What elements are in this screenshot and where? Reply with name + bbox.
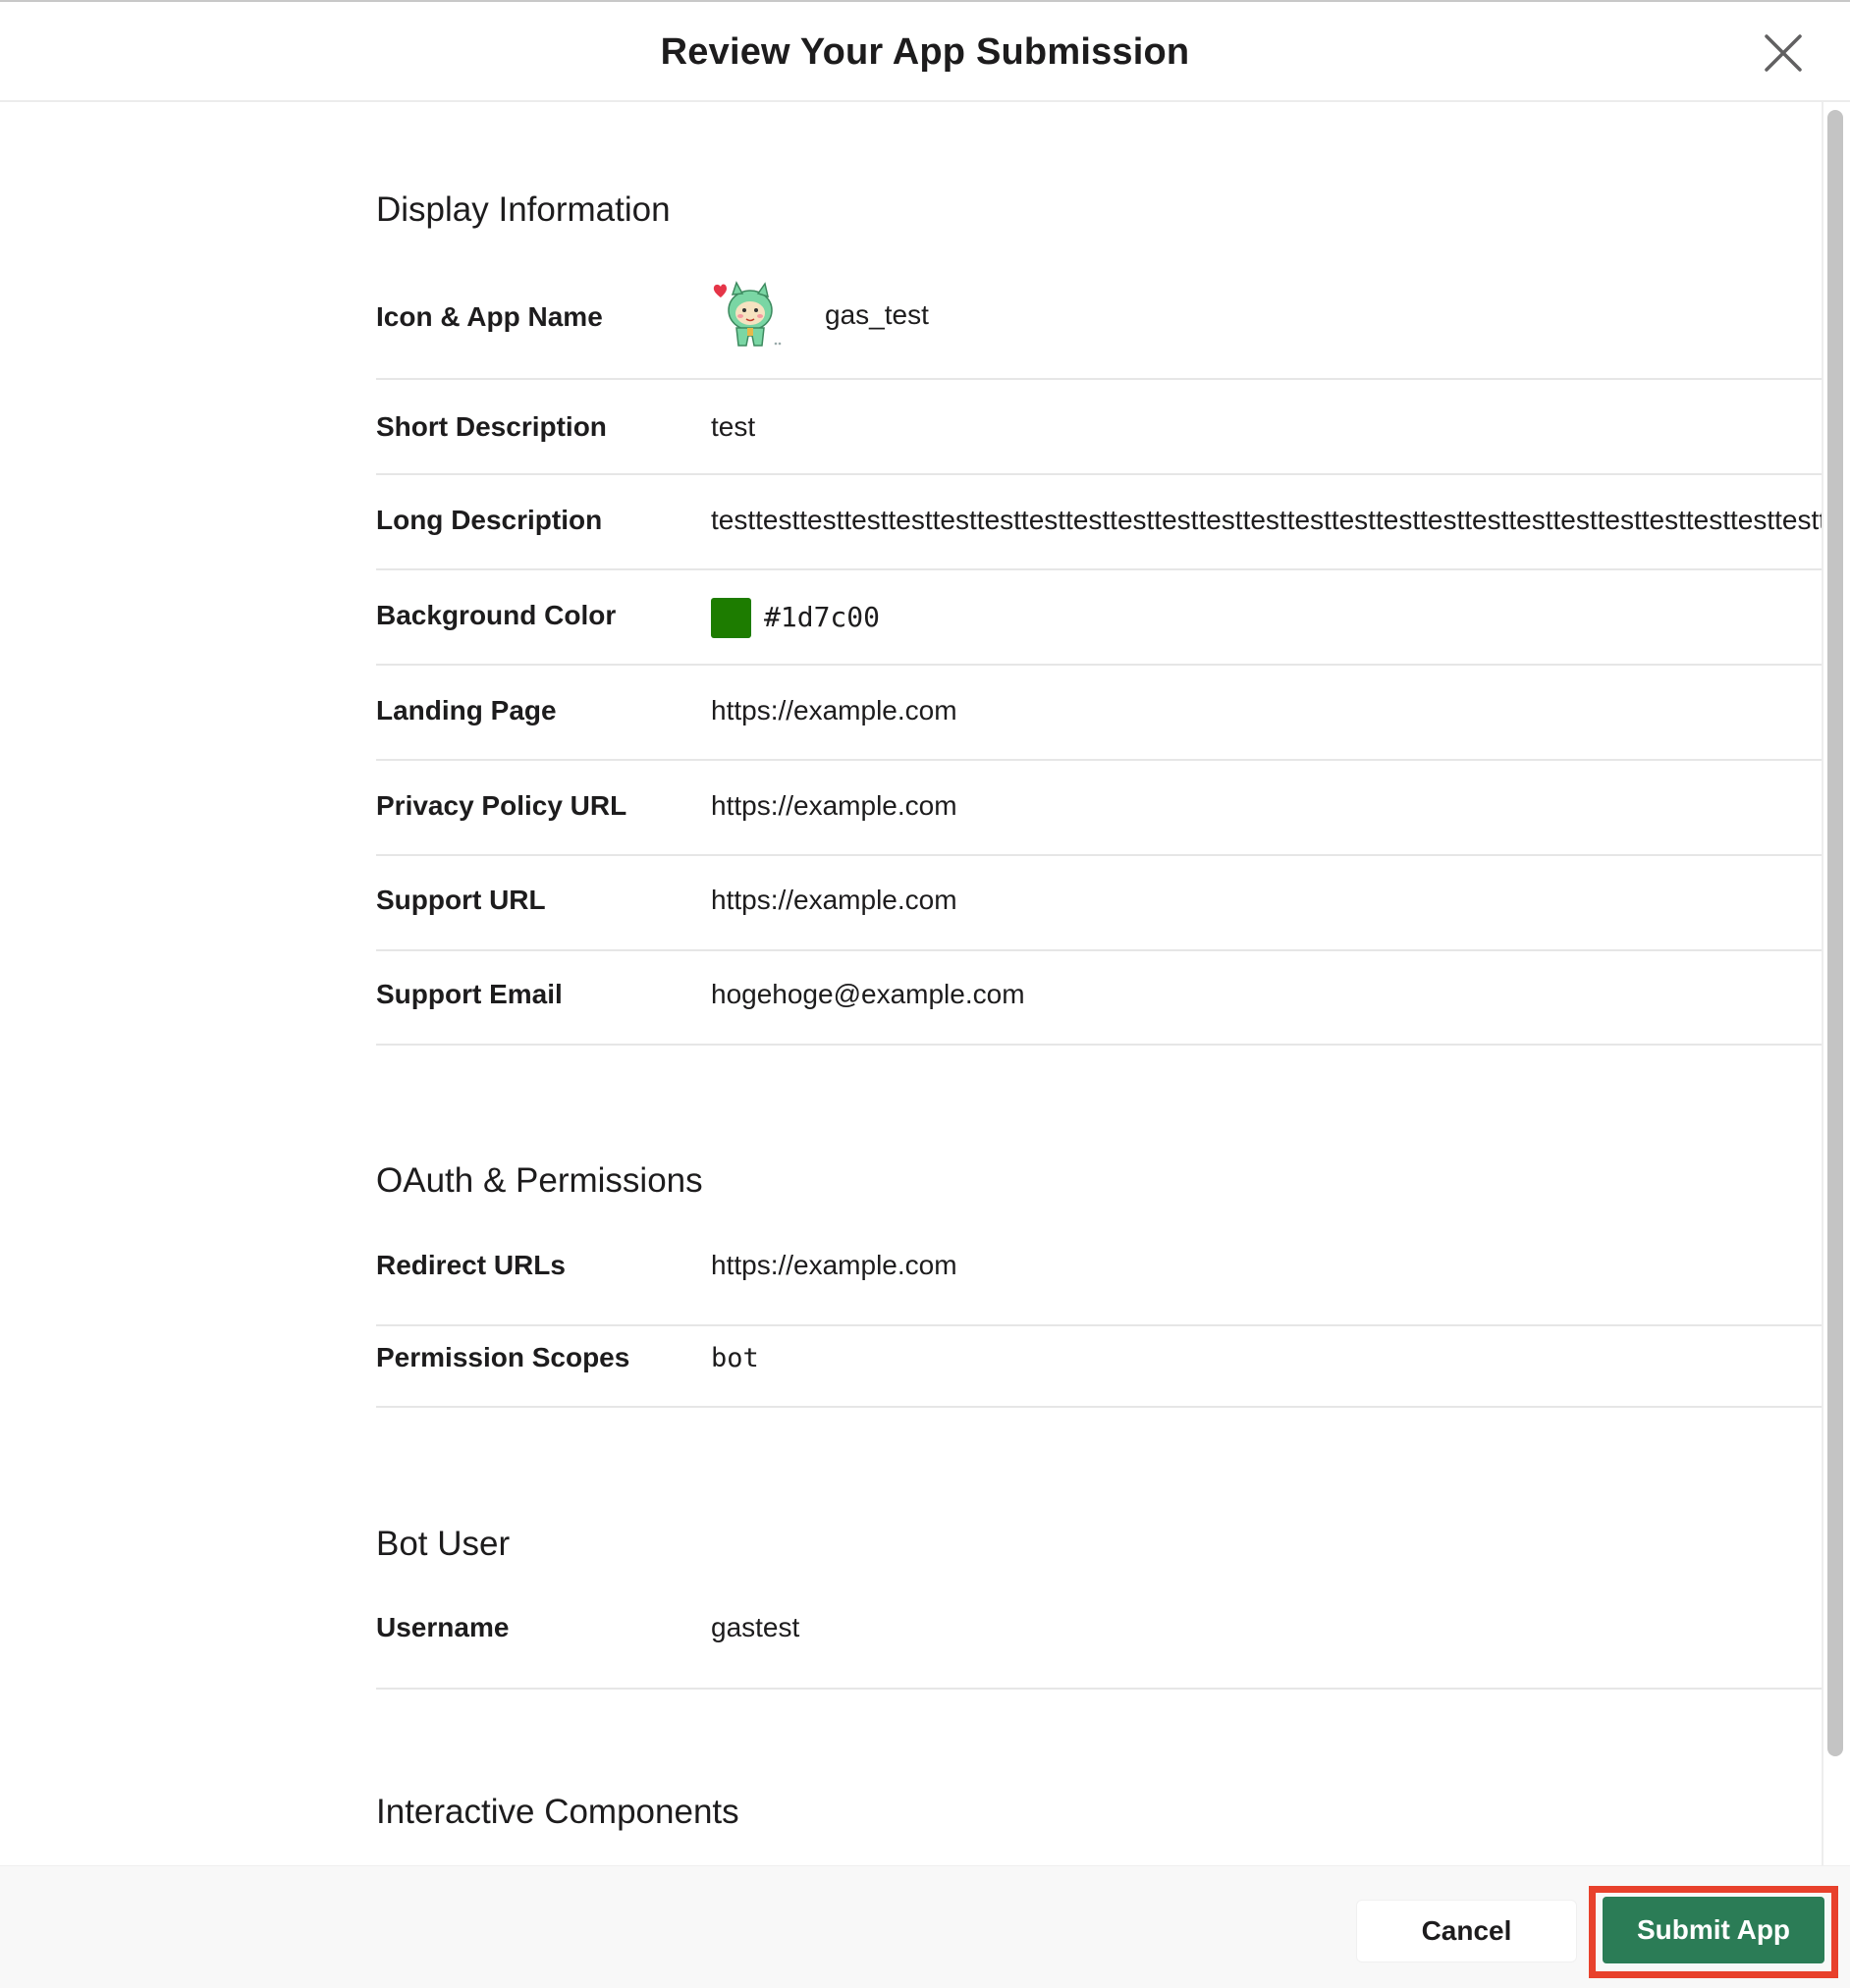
close-icon[interactable]: [1762, 31, 1805, 75]
app-name: gas_test: [825, 299, 929, 330]
row-label: Privacy Policy URL: [376, 790, 627, 821]
section-heading-bot-user: Bot User: [376, 1525, 511, 1563]
row-label: Permission Scopes: [376, 1342, 630, 1372]
row-landing-page: Landing Page https://example.com: [376, 666, 1822, 761]
long-description-value: testtesttesttesttesttesttesttesttesttest…: [711, 505, 1822, 535]
username-value: gastest: [711, 1612, 800, 1642]
app-icon: [711, 281, 786, 355]
color-swatch: [711, 598, 751, 638]
scrollbar-thumb[interactable]: [1827, 110, 1843, 1756]
row-background-color: Background Color #1d7c00: [376, 570, 1822, 666]
modal-title: Review Your App Submission: [660, 31, 1190, 73]
support-url-value: https://example.com: [711, 885, 957, 915]
row-privacy-policy: Privacy Policy URL https://example.com: [376, 761, 1822, 856]
row-label: Username: [376, 1612, 510, 1642]
modal-header: Review Your App Submission: [0, 0, 1850, 102]
row-long-description: Long Description testtesttesttesttesttes…: [376, 475, 1822, 570]
row-label: Long Description: [376, 505, 603, 535]
modal-body[interactable]: Display Information Icon & App Name gas_…: [0, 102, 1850, 1865]
landing-page-value: https://example.com: [711, 695, 957, 725]
modal-footer: Cancel Submit App: [0, 1865, 1850, 1988]
row-label: Support URL: [376, 885, 546, 915]
redirect-urls-value: https://example.com: [711, 1250, 957, 1280]
row-label: Icon & App Name: [376, 301, 603, 332]
row-permission-scopes: Permission Scopes bot: [376, 1313, 1822, 1408]
row-label: Support Email: [376, 979, 563, 1009]
row-username: Username gastest: [376, 1594, 1822, 1690]
row-label: Redirect URLs: [376, 1250, 566, 1280]
short-description-value: test: [711, 411, 756, 442]
cancel-button[interactable]: Cancel: [1356, 1900, 1577, 1962]
row-label: Short Description: [376, 411, 607, 442]
row-support-url: Support URL https://example.com: [376, 856, 1822, 951]
background-color-value: #1d7c00: [764, 601, 881, 633]
row-label: Background Color: [376, 600, 617, 630]
row-icon-app-name: Icon & App Name gas_test: [376, 275, 1822, 380]
submit-app-button[interactable]: Submit App: [1603, 1897, 1824, 1963]
privacy-policy-value: https://example.com: [711, 790, 957, 821]
section-heading-oauth: OAuth & Permissions: [376, 1161, 703, 1200]
section-heading-display: Display Information: [376, 190, 671, 229]
row-support-email: Support Email hogehoge@example.com: [376, 950, 1822, 1046]
row-short-description: Short Description test: [376, 380, 1822, 475]
row-label: Landing Page: [376, 695, 557, 725]
permission-scopes-value: bot: [711, 1343, 759, 1373]
support-email-value: hogehoge@example.com: [711, 979, 1025, 1009]
section-heading-interactive: Interactive Components: [376, 1793, 739, 1831]
